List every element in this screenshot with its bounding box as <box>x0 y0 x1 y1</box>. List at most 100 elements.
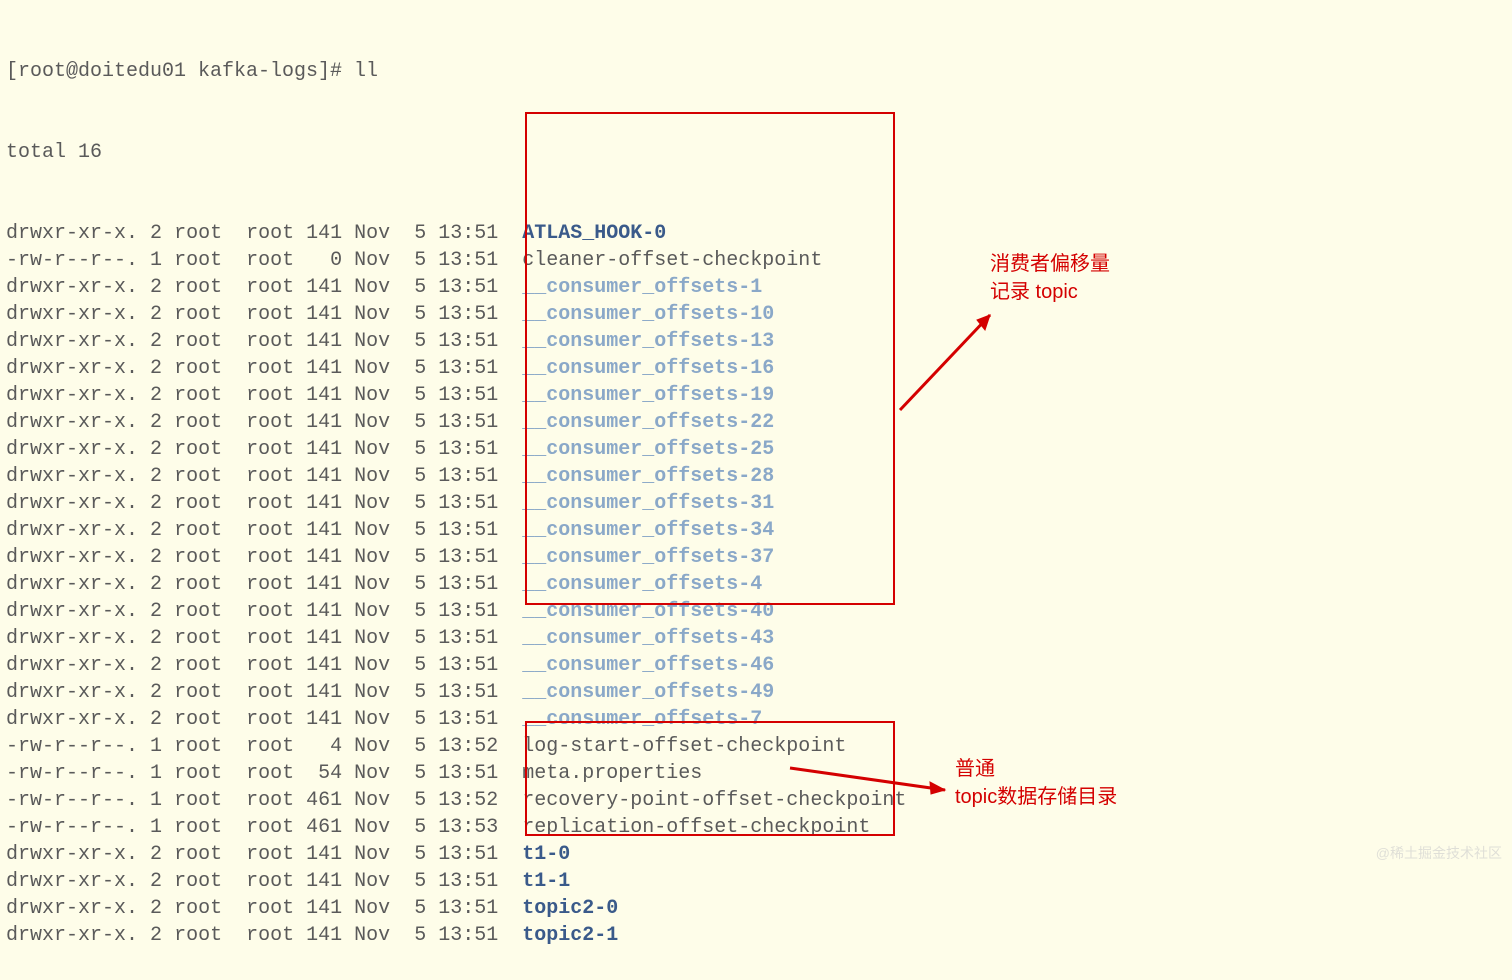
day: 5 <box>414 897 426 920</box>
link-count: 2 <box>150 357 162 380</box>
permissions: drwxr-xr-x. <box>6 465 138 488</box>
filename: __consumer_offsets-4 <box>522 573 762 596</box>
filename: __consumer_offsets-37 <box>522 546 774 569</box>
listing-row: drwxr-xr-x. 2 root root 141 Nov 5 13:51 … <box>6 598 1506 625</box>
link-count: 2 <box>150 384 162 407</box>
filename: topic2-0 <box>522 897 618 920</box>
owner: root <box>174 249 222 272</box>
day: 5 <box>414 654 426 677</box>
annotation-consumer-offsets: 消费者偏移量 记录 topic <box>990 250 1110 306</box>
arrow-topic-icon <box>785 760 955 800</box>
day: 5 <box>414 222 426 245</box>
month: Nov <box>354 222 390 245</box>
group: root <box>246 735 294 758</box>
size: 141 <box>306 330 342 353</box>
month: Nov <box>354 519 390 542</box>
listing-row: -rw-r--r--. 1 root root 54 Nov 5 13:51 m… <box>6 760 1506 787</box>
link-count: 2 <box>150 654 162 677</box>
link-count: 2 <box>150 411 162 434</box>
size: 141 <box>306 465 342 488</box>
group: root <box>246 303 294 326</box>
listing-row: -rw-r--r--. 1 root root 461 Nov 5 13:52 … <box>6 787 1506 814</box>
listing-row: drwxr-xr-x. 2 root root 141 Nov 5 13:51 … <box>6 301 1506 328</box>
size: 141 <box>306 681 342 704</box>
filename: __consumer_offsets-49 <box>522 681 774 704</box>
link-count: 2 <box>150 330 162 353</box>
permissions: -rw-r--r--. <box>6 789 138 812</box>
day: 5 <box>414 600 426 623</box>
shell-prompt[interactable]: [root@doitedu01 kafka-logs]# ll <box>6 58 1506 85</box>
month: Nov <box>354 816 390 839</box>
time: 13:51 <box>438 384 498 407</box>
group: root <box>246 816 294 839</box>
listing-row: drwxr-xr-x. 2 root root 141 Nov 5 13:51 … <box>6 274 1506 301</box>
group: root <box>246 573 294 596</box>
group: root <box>246 870 294 893</box>
time: 13:51 <box>438 546 498 569</box>
size: 141 <box>306 627 342 650</box>
group: root <box>246 762 294 785</box>
permissions: -rw-r--r--. <box>6 762 138 785</box>
permissions: -rw-r--r--. <box>6 249 138 272</box>
owner: root <box>174 546 222 569</box>
time: 13:51 <box>438 519 498 542</box>
group: root <box>246 519 294 542</box>
listing-row: drwxr-xr-x. 2 root root 141 Nov 5 13:51 … <box>6 625 1506 652</box>
time: 13:51 <box>438 708 498 731</box>
listing-row: drwxr-xr-x. 2 root root 141 Nov 5 13:51 … <box>6 841 1506 868</box>
link-count: 2 <box>150 222 162 245</box>
group: root <box>246 357 294 380</box>
annotation-line: topic数据存储目录 <box>955 786 1117 808</box>
time: 13:51 <box>438 303 498 326</box>
permissions: drwxr-xr-x. <box>6 843 138 866</box>
listing-row: -rw-r--r--. 1 root root 4 Nov 5 13:52 lo… <box>6 733 1506 760</box>
time: 13:51 <box>438 654 498 677</box>
permissions: drwxr-xr-x. <box>6 411 138 434</box>
month: Nov <box>354 627 390 650</box>
permissions: drwxr-xr-x. <box>6 330 138 353</box>
annotation-line: 普通 <box>955 758 995 780</box>
size: 141 <box>306 519 342 542</box>
link-count: 2 <box>150 681 162 704</box>
owner: root <box>174 357 222 380</box>
size: 141 <box>306 492 342 515</box>
group: root <box>246 330 294 353</box>
time: 13:51 <box>438 330 498 353</box>
filename: __consumer_offsets-40 <box>522 600 774 623</box>
time: 13:51 <box>438 600 498 623</box>
link-count: 2 <box>150 600 162 623</box>
size: 141 <box>306 276 342 299</box>
filename: __consumer_offsets-28 <box>522 465 774 488</box>
size: 141 <box>306 573 342 596</box>
time: 13:51 <box>438 762 498 785</box>
listing-row: drwxr-xr-x. 2 root root 141 Nov 5 13:51 … <box>6 220 1506 247</box>
annotation-topic-dirs: 普通 topic数据存储目录 <box>955 755 1117 811</box>
day: 5 <box>414 843 426 866</box>
group: root <box>246 789 294 812</box>
day: 5 <box>414 384 426 407</box>
day: 5 <box>414 924 426 947</box>
size: 4 <box>306 735 342 758</box>
day: 5 <box>414 357 426 380</box>
day: 5 <box>414 519 426 542</box>
month: Nov <box>354 600 390 623</box>
filename: __consumer_offsets-25 <box>522 438 774 461</box>
day: 5 <box>414 762 426 785</box>
month: Nov <box>354 681 390 704</box>
permissions: drwxr-xr-x. <box>6 600 138 623</box>
month: Nov <box>354 762 390 785</box>
owner: root <box>174 897 222 920</box>
month: Nov <box>354 708 390 731</box>
month: Nov <box>354 573 390 596</box>
owner: root <box>174 276 222 299</box>
link-count: 2 <box>150 492 162 515</box>
group: root <box>246 843 294 866</box>
link-count: 2 <box>150 573 162 596</box>
listing-row: drwxr-xr-x. 2 root root 141 Nov 5 13:51 … <box>6 706 1506 733</box>
group: root <box>246 897 294 920</box>
filename: __consumer_offsets-13 <box>522 330 774 353</box>
link-count: 2 <box>150 465 162 488</box>
owner: root <box>174 384 222 407</box>
day: 5 <box>414 708 426 731</box>
listing-row: drwxr-xr-x. 2 root root 141 Nov 5 13:51 … <box>6 409 1506 436</box>
